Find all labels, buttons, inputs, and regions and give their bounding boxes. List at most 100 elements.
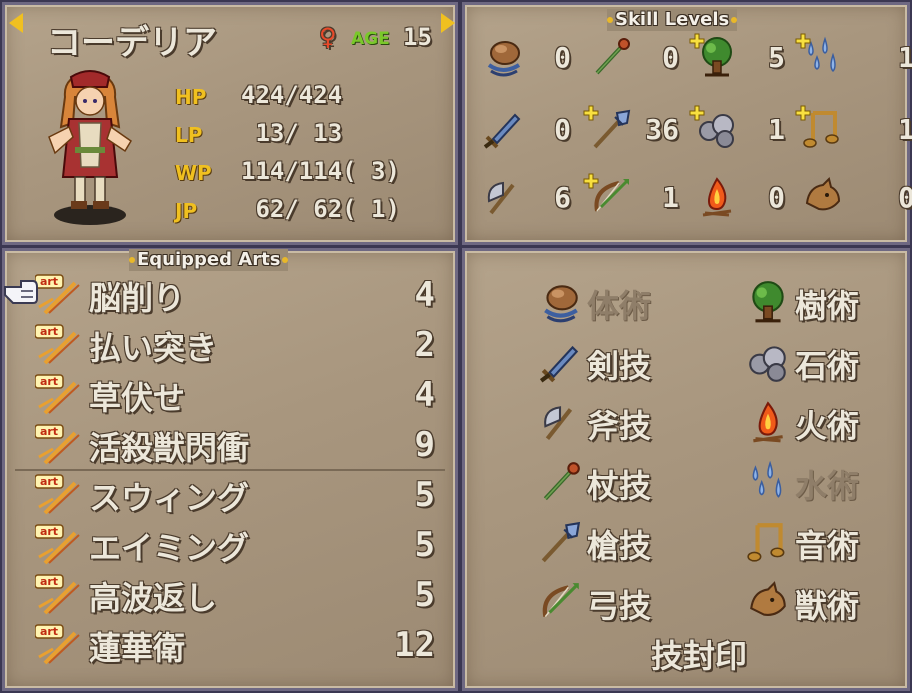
fire-icon [695, 175, 739, 219]
art-cost: 12 [394, 625, 435, 665]
skill-menu-item[interactable]: 音術 [745, 519, 885, 565]
art-name: 払い突き [89, 329, 218, 367]
skill-menu-item[interactable]: 獣術 [745, 579, 885, 625]
art-cost: 4 [414, 275, 435, 315]
skill-level-entry: 1 [801, 107, 912, 153]
prev-character-arrow[interactable] [9, 13, 23, 33]
next-character-arrow[interactable] [441, 13, 455, 33]
skill-level-value: 1 [898, 41, 912, 74]
skill-menu-label: 石術 [795, 347, 860, 385]
skill-level-entry: 36 [589, 107, 693, 153]
equipped-art-item[interactable]: エイミング 5 [35, 521, 455, 571]
skill-menu-label: 弓技 [587, 587, 652, 625]
skill-level-value: 1 [768, 113, 785, 146]
stat-label-hp: HP [175, 85, 207, 109]
equipped-art-item[interactable]: 払い突き 2 [35, 321, 455, 371]
art-name: 脳削り [89, 279, 186, 317]
skill-level-value: 6 [554, 181, 571, 214]
art-badge-icon [35, 373, 83, 417]
skill-menu-item[interactable]: 石術 [745, 339, 885, 385]
skill-level-value: 0 [898, 181, 912, 214]
age-value: 15 [403, 23, 432, 51]
spear-icon [537, 519, 583, 565]
pointer-hand-icon [4, 280, 38, 304]
fire-icon [745, 399, 791, 445]
skill-level-value: 5 [768, 41, 785, 74]
skill-menu-label: 獣術 [795, 587, 860, 625]
stat-label-jp: JP [175, 199, 198, 223]
skill-menu-label: 剣技 [587, 347, 652, 385]
skill-menu-item[interactable]: 火術 [745, 399, 885, 445]
axe-icon [537, 399, 583, 445]
art-badge-icon [35, 523, 83, 567]
stat-label-lp: LP [175, 123, 203, 147]
equipped-art-item[interactable]: スウィング 5 [35, 471, 455, 521]
skill-menu-item[interactable]: 樹術 [745, 279, 885, 325]
skill-menu-label: 体術 [587, 287, 652, 325]
stat-value-lp: 13/ 13 [241, 119, 343, 147]
skill-level-entry: 1 [695, 107, 799, 153]
art-badge-icon [35, 423, 83, 467]
plus-icon [689, 105, 705, 121]
character-panel: コーデリア ♀ AGE 15 HP 424/424 LP 13/ 13 WP 1… [2, 2, 458, 245]
skill-menu-label: 杖技 [587, 467, 652, 505]
skill-level-value: 0 [662, 41, 679, 74]
skill-menu-item[interactable]: 弓技 [537, 579, 677, 625]
art-cost: 5 [414, 575, 435, 615]
staff-icon [537, 459, 583, 505]
skill-menu-item[interactable]: 槍技 [537, 519, 677, 565]
art-badge-icon [35, 473, 83, 517]
skill-menu-label: 樹術 [795, 287, 860, 325]
art-badge-icon [35, 273, 83, 317]
skill-menu-label: 槍技 [587, 527, 652, 565]
art-cost: 2 [414, 325, 435, 365]
skill-level-entry: 0 [481, 35, 585, 81]
art-cost: 9 [414, 425, 435, 465]
skill-level-entry: 1 [801, 35, 912, 81]
skill-levels-panel: Skill Levels 0 0 5 1 0 36 1 1 6 1 0 0 [462, 2, 912, 245]
axe-icon [481, 175, 525, 219]
skill-level-entry: 0 [481, 107, 585, 153]
skill-menu-item[interactable]: 剣技 [537, 339, 677, 385]
skill-level-value: 0 [554, 41, 571, 74]
equipped-arts-title: Equipped Arts [129, 249, 289, 271]
skill-level-entry: 1 [589, 175, 693, 221]
skill-menu-label: 音術 [795, 527, 860, 565]
skill-menu-panel: 体術 剣技 斧技 杖技 槍技 弓技 樹術 石術 火術 水術 音術 獣術 技封印 [462, 248, 910, 691]
equipped-art-item[interactable]: 草伏せ 4 [35, 371, 455, 421]
skill-levels-title: Skill Levels [607, 9, 738, 31]
skill-menu-item[interactable]: 体術 [537, 279, 677, 325]
equipped-art-item[interactable]: 活殺獣閃衝 9 [35, 421, 455, 471]
skill-menu-label: 水術 [795, 467, 860, 505]
character-name: コーデリア [47, 23, 217, 63]
art-cost: 5 [414, 525, 435, 565]
equipped-art-item[interactable]: 脳削り 4 [35, 271, 455, 321]
music-icon [745, 519, 791, 565]
art-cost: 4 [414, 375, 435, 415]
plus-icon [583, 173, 599, 189]
stone-icon [745, 339, 791, 385]
art-name: 蓮華衛 [89, 629, 186, 667]
skill-level-entry: 5 [695, 35, 799, 81]
stat-value-hp: 424/424 [241, 81, 343, 109]
equipped-art-item[interactable]: 高波返し 5 [35, 571, 455, 621]
beast-icon [745, 579, 791, 625]
seal-arts-button[interactable]: 技封印 [651, 631, 747, 677]
equipped-art-item[interactable]: 蓮華衛 12 [35, 621, 455, 671]
sword-icon [481, 107, 525, 151]
art-name: 活殺獣閃衝 [89, 429, 250, 467]
art-name: エイミング [89, 529, 250, 567]
skill-menu-item[interactable]: 斧技 [537, 399, 677, 445]
beast-icon [801, 175, 845, 219]
gender-symbol: ♀ [319, 23, 337, 51]
skill-level-entry: 0 [695, 175, 799, 221]
sword-icon [537, 339, 583, 385]
art-badge-icon [35, 323, 83, 367]
water-icon [745, 459, 791, 505]
plus-icon [583, 105, 599, 121]
skill-level-value: 0 [554, 113, 571, 146]
skill-menu-item[interactable]: 杖技 [537, 459, 677, 505]
skill-level-value: 1 [662, 181, 679, 214]
art-cost: 5 [414, 475, 435, 515]
skill-menu-item[interactable]: 水術 [745, 459, 885, 505]
